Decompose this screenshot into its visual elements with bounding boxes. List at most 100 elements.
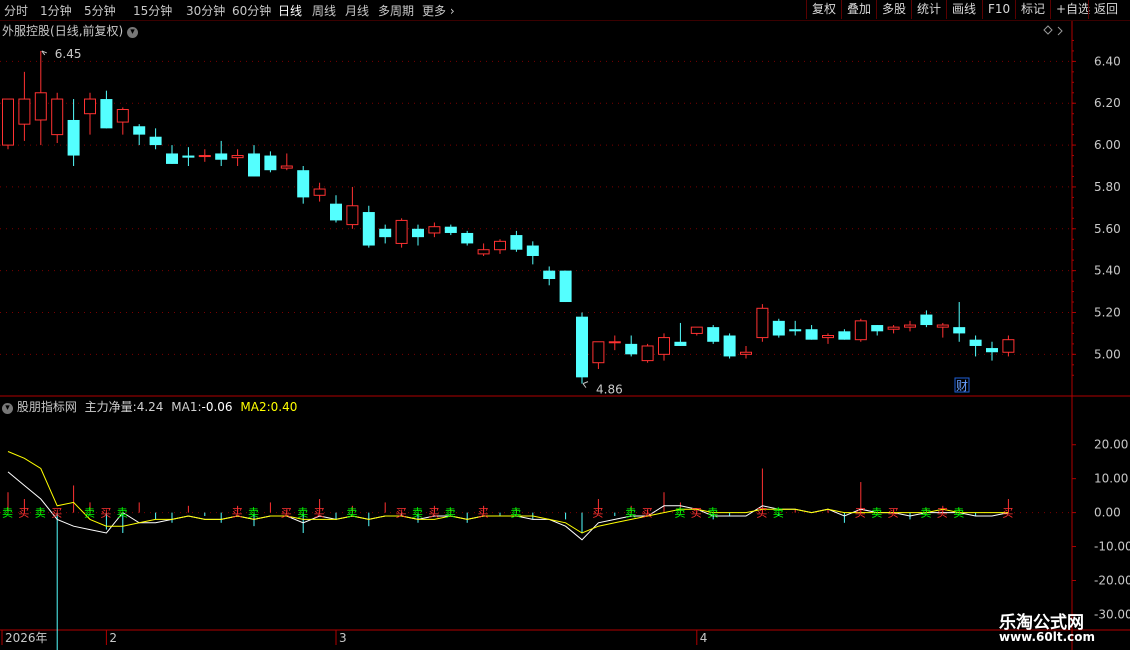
candle-body (510, 235, 523, 250)
candle-body (986, 348, 998, 353)
site-watermark: 乐淘公式网 www.60lt.com (985, 606, 1125, 646)
stock-chart[interactable]: 6.40 6.20 6.00 5.80 5.60 5.40 5.20 5.00 6.45 4.86… (0, 0, 1130, 650)
buy-signal-label: 买 (51, 507, 62, 520)
candle-body (215, 153, 228, 160)
candle-body (772, 320, 785, 336)
candle-body (330, 203, 342, 221)
candle-body (723, 335, 736, 357)
candle-body (1002, 339, 1015, 353)
candle-body (608, 341, 621, 344)
watermark-url: www.60lt.com (999, 630, 1096, 644)
candle-body (526, 245, 539, 256)
ma2-line (7, 451, 1009, 534)
candle-body (592, 341, 605, 364)
candle-body (707, 327, 720, 342)
candle-body (887, 326, 900, 330)
candle-body (67, 119, 80, 156)
low-arrow-icon (582, 381, 589, 388)
sell-signal-label: 卖 (84, 507, 95, 520)
buy-signal-label: 买 (691, 507, 702, 520)
candle-body (313, 188, 326, 196)
candle-body (658, 337, 670, 355)
sell-signal-label: 卖 (920, 507, 931, 520)
buy-signal-label: 买 (100, 507, 111, 520)
candle-body (641, 345, 654, 362)
candle-body (756, 307, 769, 339)
indicator-tick-label: 10.00 (1094, 472, 1128, 486)
diamond-icon (1043, 25, 1053, 35)
buy-signal-label: 买 (232, 507, 243, 520)
buy-signal-label: 买 (642, 507, 653, 520)
candle-body (2, 98, 14, 146)
candle-body (559, 270, 572, 303)
candle-body (428, 226, 441, 234)
buy-signal-label: 买 (888, 507, 899, 520)
candle-body (444, 226, 457, 233)
sell-signal-label: 卖 (297, 507, 308, 520)
candle-body (84, 98, 96, 115)
candle-body (100, 99, 113, 129)
candle-body (412, 228, 424, 238)
candle-body (969, 339, 982, 346)
candle-body (149, 136, 162, 146)
indicator-tick-label: 20.00 (1094, 438, 1128, 452)
date-tick-label: 4 (700, 631, 708, 645)
price-tick-label: 5.20 (1094, 305, 1121, 319)
candle-body (198, 155, 211, 158)
chevron-right-icon (1057, 26, 1063, 36)
candle-body (297, 170, 310, 198)
sell-signal-label: 卖 (510, 507, 521, 520)
candle-body (822, 335, 834, 339)
candle-body (953, 327, 966, 334)
candle-body (477, 249, 490, 255)
buy-signal-label: 买 (756, 507, 767, 520)
sell-signal-label: 卖 (445, 507, 456, 520)
candle-body (182, 155, 195, 158)
price-tick-label: 5.40 (1094, 264, 1121, 278)
candle-body (920, 314, 933, 326)
candle-body (625, 343, 638, 355)
price-tick-label: 6.00 (1094, 138, 1121, 152)
buy-signal-label: 买 (478, 507, 489, 520)
sell-signal-label: 卖 (773, 507, 784, 520)
buy-signal-label: 买 (855, 507, 866, 520)
sell-signal-label: 卖 (117, 507, 128, 520)
sell-signal-label: 卖 (953, 507, 964, 520)
buy-signal-label: 买 (428, 507, 439, 520)
candle-body (51, 98, 64, 136)
buy-signal-label: 买 (314, 507, 325, 520)
candle-body (789, 329, 802, 332)
candle-body (576, 316, 588, 378)
candle-body (740, 351, 752, 355)
buy-signal-label: 买 (281, 507, 292, 520)
finance-badge-label: 财 (956, 379, 968, 393)
buy-signal-label: 买 (937, 507, 948, 520)
candle-body (18, 98, 31, 125)
candle-body (838, 331, 851, 340)
candle-body (280, 165, 293, 169)
candle-body (346, 205, 359, 226)
candle-body (166, 153, 178, 164)
candle-body (395, 219, 408, 244)
date-tick-label: 2 (109, 631, 117, 645)
candle-body (854, 320, 867, 341)
candle-body (264, 155, 277, 171)
buy-signal-label: 买 (1002, 507, 1013, 520)
candle-body (461, 232, 474, 244)
indicator-tick-label: -10.00 (1094, 540, 1130, 554)
price-tick-label: 5.60 (1094, 222, 1121, 236)
candle-body (362, 212, 375, 246)
sell-signal-label: 卖 (346, 507, 357, 520)
candle-body (494, 240, 506, 251)
date-tick-label: 3 (339, 631, 347, 645)
buy-signal-label: 买 (592, 507, 603, 520)
price-tick-label: 5.80 (1094, 180, 1121, 194)
sell-signal-label: 卖 (674, 507, 685, 520)
candle-body (34, 92, 47, 121)
candle-body (116, 109, 129, 123)
sell-signal-label: 卖 (625, 507, 636, 520)
indicator-tick-label: 0.00 (1094, 506, 1121, 520)
indicator-tick-label: -20.00 (1094, 573, 1130, 587)
candle-body (904, 324, 916, 328)
sell-signal-label: 卖 (248, 507, 259, 520)
